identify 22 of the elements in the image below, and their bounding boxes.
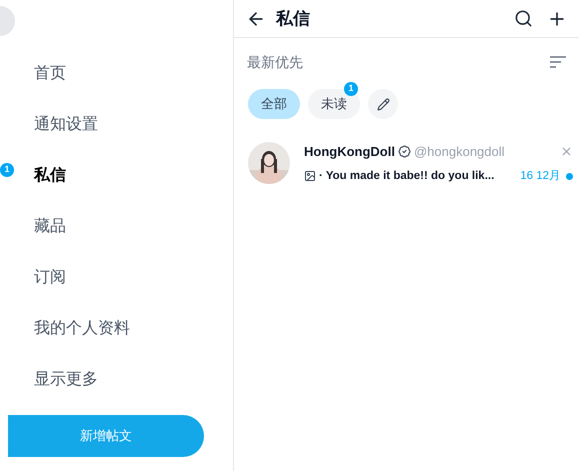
- contact-handle: @hongkongdoll: [414, 143, 505, 161]
- sidebar-item[interactable]: 私信: [34, 164, 66, 188]
- message-date: 16 12月: [520, 168, 561, 184]
- sidebar-item[interactable]: 藏品: [34, 214, 66, 238]
- filter-chip[interactable]: 全部: [248, 89, 300, 119]
- sort-label: 最新优先: [247, 52, 303, 72]
- edit-button[interactable]: [368, 89, 398, 119]
- sort-icon[interactable]: [550, 55, 566, 69]
- sidebar-item[interactable]: 订阅: [34, 266, 66, 290]
- close-icon[interactable]: [560, 145, 573, 158]
- search-icon[interactable]: [514, 9, 533, 28]
- sidebar-item[interactable]: 我的个人资料: [34, 316, 130, 340]
- sidebar-item[interactable]: 通知设置: [34, 112, 98, 136]
- sidebar-item[interactable]: 显示更多: [34, 368, 98, 392]
- page-title: 私信: [276, 8, 310, 30]
- image-icon: [304, 170, 316, 182]
- message-preview: · You made it babe!! do you lik...: [319, 168, 494, 184]
- sidebar-item[interactable]: 首页: [34, 62, 66, 86]
- contact-name: HongKongDoll: [304, 143, 395, 161]
- unread-badge: 1: [344, 82, 358, 96]
- pencil-icon: [376, 98, 390, 110]
- unread-badge: 1: [0, 163, 14, 177]
